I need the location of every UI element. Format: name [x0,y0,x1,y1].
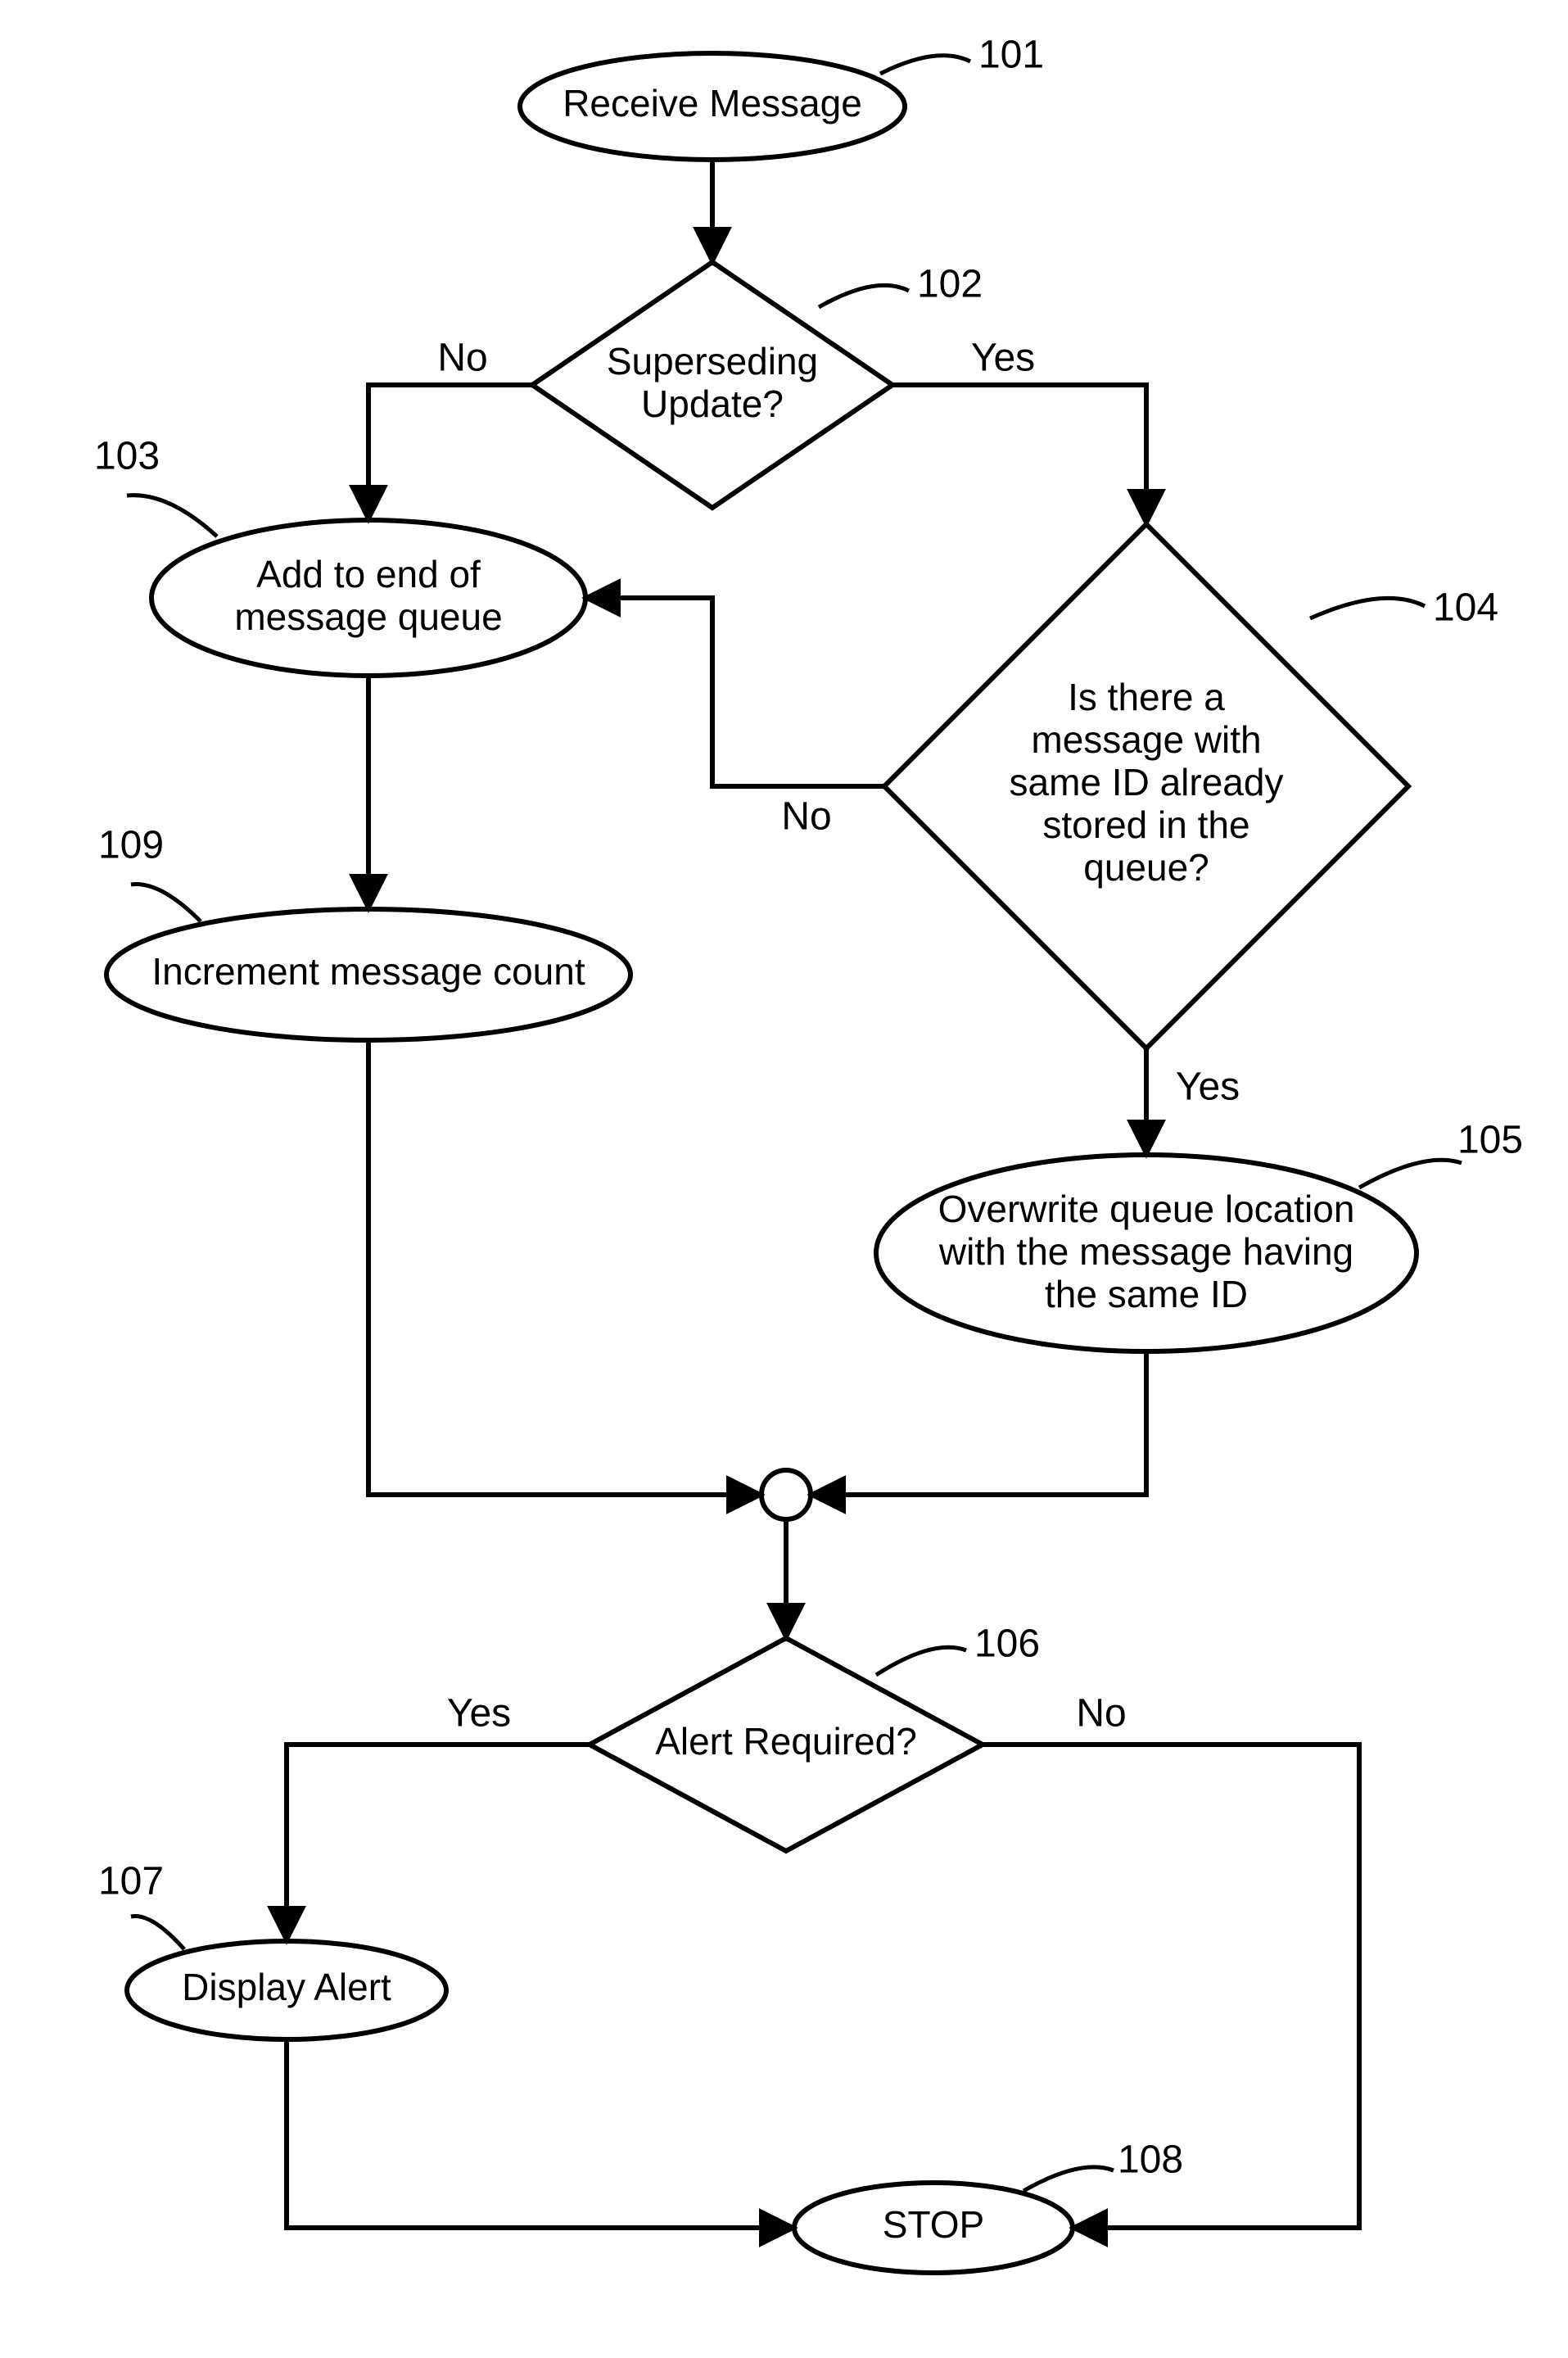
node-same-id-check: Is there amessage withsame ID alreadysto… [884,524,1498,1048]
node-overwrite-queue: Overwrite queue locationwith the message… [876,1119,1523,1351]
node-105-line2: with the message having [938,1230,1353,1273]
label-106-no: No [1076,1692,1126,1736]
edge-106-yes [287,1745,590,1941]
edge-102-no [368,385,532,520]
edge-107-108 [287,2039,794,2228]
node-receive-message: Receive Message 101 [520,34,1044,160]
label-102-no: No [437,337,487,380]
node-108-text: STOP [883,2203,984,2246]
ref-107: 107 [98,1860,164,1903]
node-alert-required: Alert Required? 106 [590,1623,1040,1851]
edge-109-merge [368,1040,761,1495]
ref-108: 108 [1118,2138,1183,2182]
node-105-line3: the same ID [1045,1273,1248,1315]
ref-103: 103 [94,435,160,478]
ref-101: 101 [978,34,1044,77]
node-104-line5: queue? [1083,846,1209,889]
node-103-line2: message queue [234,595,502,638]
svg-text:Add to end ofmessage queue: Add to end ofmessage queue [234,553,502,638]
node-107-text: Display Alert [182,1966,391,2008]
label-104-no: No [781,795,831,839]
merge-junction [761,1470,811,1519]
ref-106: 106 [974,1623,1040,1666]
node-103-line1: Add to end of [256,553,481,595]
node-105-line1: Overwrite queue location [938,1188,1355,1230]
node-106-text: Alert Required? [655,1720,917,1763]
label-102-yes: Yes [971,337,1035,380]
label-104-yes: Yes [1176,1066,1240,1109]
node-104-line2: message with [1031,718,1261,761]
node-101-text: Receive Message [563,82,862,124]
node-104-line1: Is there a [1068,676,1225,718]
ref-105: 105 [1457,1119,1523,1162]
edge-105-merge [811,1351,1146,1495]
node-display-alert: Display Alert 107 [98,1860,446,2039]
flowchart: Receive Message 101 SupersedingUpdate? 1… [0,0,1568,2358]
node-109-text: Increment message count [151,950,585,993]
label-106-yes: Yes [447,1692,511,1736]
node-increment-count: Increment message count 109 [98,824,630,1040]
edge-102-yes [892,385,1146,524]
node-add-to-queue: Add to end ofmessage queue 103 [94,435,585,676]
ref-109: 109 [98,824,164,867]
ref-104: 104 [1433,586,1498,630]
node-102-line1: Superseding [607,340,818,382]
edge-104-no [585,598,884,786]
node-104-line4: stored in the [1042,803,1249,846]
node-stop: STOP 108 [794,2138,1183,2273]
node-102-line2: Update? [641,382,784,425]
node-104-line3: same ID already [1010,761,1284,803]
ref-102: 102 [917,263,983,306]
